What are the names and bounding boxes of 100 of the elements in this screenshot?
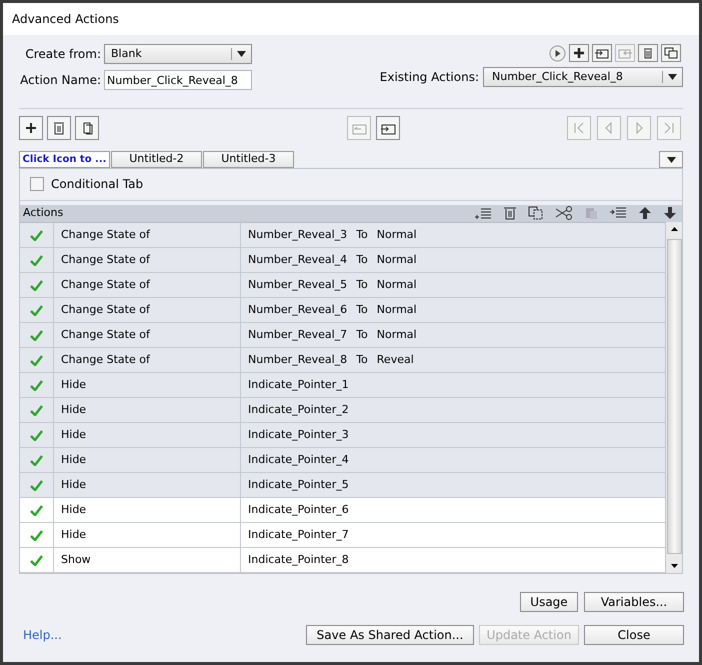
check-icon[interactable]: [30, 430, 43, 440]
action-row[interactable]: Change State of Number_Reveal_4 To Normal: [20, 248, 666, 273]
move-up-icon[interactable]: [638, 206, 652, 220]
to-keyword: To: [356, 252, 368, 268]
target-name: Indicate_Pointer_8: [248, 552, 349, 568]
trash-icon[interactable]: [638, 44, 658, 62]
dialog-button[interactable]: Save As Shared Action...: [306, 625, 474, 645]
action-row[interactable]: Hide Indicate_Pointer_3: [20, 423, 666, 448]
field-label: Create from:: [24, 46, 102, 63]
action-type: Change State of: [61, 326, 150, 343]
action-type: Hide: [61, 376, 86, 393]
paste-icon: [347, 116, 371, 140]
field-label: Action Name:: [19, 72, 102, 89]
target-name: Indicate_Pointer_3: [248, 426, 349, 443]
add-icon[interactable]: [19, 116, 43, 140]
check-icon[interactable]: [30, 304, 43, 316]
copy-icon[interactable]: [528, 206, 544, 220]
check-icon[interactable]: [30, 354, 43, 366]
import-icon[interactable]: [592, 44, 612, 62]
scissors-icon[interactable]: [555, 206, 573, 220]
first-icon: [567, 116, 591, 140]
target-name: Indicate_Pointer_2: [248, 402, 349, 418]
tab[interactable]: Untitled-2: [111, 151, 202, 168]
play-icon[interactable]: [549, 44, 566, 62]
export-icon: [615, 44, 635, 62]
action-type: Hide: [61, 502, 86, 518]
action-type: Hide: [61, 452, 86, 468]
dropdown-arrow-icon: [666, 156, 676, 162]
state-name: Normal: [376, 252, 417, 268]
action-row[interactable]: Hide Indicate_Pointer_6: [20, 498, 666, 523]
add-icon[interactable]: [569, 44, 589, 62]
check-icon[interactable]: [30, 530, 43, 540]
duplicate-icon[interactable]: [661, 44, 681, 62]
check-icon[interactable]: [30, 454, 43, 466]
action-row[interactable]: Hide Indicate_Pointer_2: [20, 398, 666, 423]
action-name-field[interactable]: Number_Click_Reveal_8: [104, 70, 252, 90]
action-type: Hide: [61, 402, 86, 418]
move-down-icon[interactable]: [663, 206, 677, 220]
target-name: Indicate_Pointer_5: [248, 476, 349, 493]
action-row[interactable]: Hide Indicate_Pointer_1: [20, 373, 666, 398]
action-row[interactable]: Change State of Number_Reveal_6 To Normal: [20, 298, 666, 323]
check-icon[interactable]: [30, 380, 43, 390]
action-type: Change State of: [61, 276, 150, 293]
to-keyword: To: [356, 226, 368, 243]
action-row[interactable]: Change State of Number_Reveal_7 To Normal: [20, 323, 666, 348]
to-keyword: To: [356, 276, 368, 293]
tab-menu-button[interactable]: [659, 151, 683, 168]
to-keyword: To: [356, 302, 368, 318]
target-name: Number_Reveal_6: [248, 302, 348, 318]
insert-after-icon[interactable]: [609, 206, 627, 220]
dialog-button[interactable]: Usage: [520, 592, 578, 612]
action-row[interactable]: Show Indicate_Pointer_8: [20, 548, 666, 573]
action-row[interactable]: Change State of Number_Reveal_3 To Normal: [20, 223, 666, 248]
next-icon: [627, 116, 651, 140]
action-type: Hide: [61, 426, 86, 443]
action-type: Change State of: [61, 252, 150, 268]
scroll-up-icon[interactable]: [670, 227, 678, 231]
help-link[interactable]: Help...: [23, 626, 62, 644]
trash-icon[interactable]: [47, 116, 71, 140]
action-row[interactable]: Hide Indicate_Pointer_5: [20, 473, 666, 498]
target-name: Number_Reveal_4: [248, 252, 348, 268]
scroll-thumb[interactable]: [666, 239, 682, 554]
paste-icon: [584, 206, 598, 220]
checkbox[interactable]: [30, 177, 44, 192]
check-icon[interactable]: [30, 280, 43, 290]
scrollbar[interactable]: [665, 222, 682, 573]
window-title: Advanced Actions: [12, 11, 119, 28]
tab[interactable]: Untitled-3: [203, 151, 294, 168]
dropdown-arrow-icon: [237, 51, 246, 57]
check-icon[interactable]: [30, 480, 43, 490]
checkbox-label: Conditional Tab: [51, 176, 144, 194]
action-type: Change State of: [61, 226, 150, 243]
import-icon[interactable]: [376, 116, 400, 140]
to-keyword: To: [356, 326, 368, 343]
trash-icon[interactable]: [503, 206, 517, 220]
check-icon[interactable]: [30, 230, 43, 240]
action-type: Hide: [61, 476, 86, 493]
target-name: Indicate_Pointer_1: [248, 376, 349, 393]
scroll-down-icon[interactable]: [670, 564, 678, 568]
to-keyword: To: [356, 352, 368, 368]
check-icon[interactable]: [30, 330, 43, 340]
action-row[interactable]: Change State of Number_Reveal_8 To Reveal: [20, 348, 666, 373]
check-icon[interactable]: [30, 504, 43, 516]
check-icon[interactable]: [30, 404, 43, 416]
action-row[interactable]: Change State of Number_Reveal_5 To Normal: [20, 273, 666, 298]
create-from-dropdown[interactable]: Blank: [104, 44, 252, 64]
insert-row-icon[interactable]: [474, 206, 492, 220]
target-name: Number_Reveal_7: [248, 326, 348, 343]
existing-actions-dropdown[interactable]: Number_Click_Reveal_8: [483, 67, 683, 87]
dialog-button[interactable]: Variables...: [584, 592, 684, 612]
action-row[interactable]: Hide Indicate_Pointer_4: [20, 448, 666, 473]
copy-icon[interactable]: [75, 116, 99, 140]
check-icon[interactable]: [30, 254, 43, 266]
target-name: Number_Reveal_8: [248, 352, 348, 368]
action-row[interactable]: Hide Indicate_Pointer_7: [20, 523, 666, 548]
dialog-button[interactable]: Close: [584, 625, 684, 645]
tab[interactable]: Click Icon to ...: [19, 151, 110, 168]
state-name: Normal: [376, 276, 417, 293]
state-name: Normal: [376, 226, 417, 243]
check-icon[interactable]: [30, 554, 43, 566]
